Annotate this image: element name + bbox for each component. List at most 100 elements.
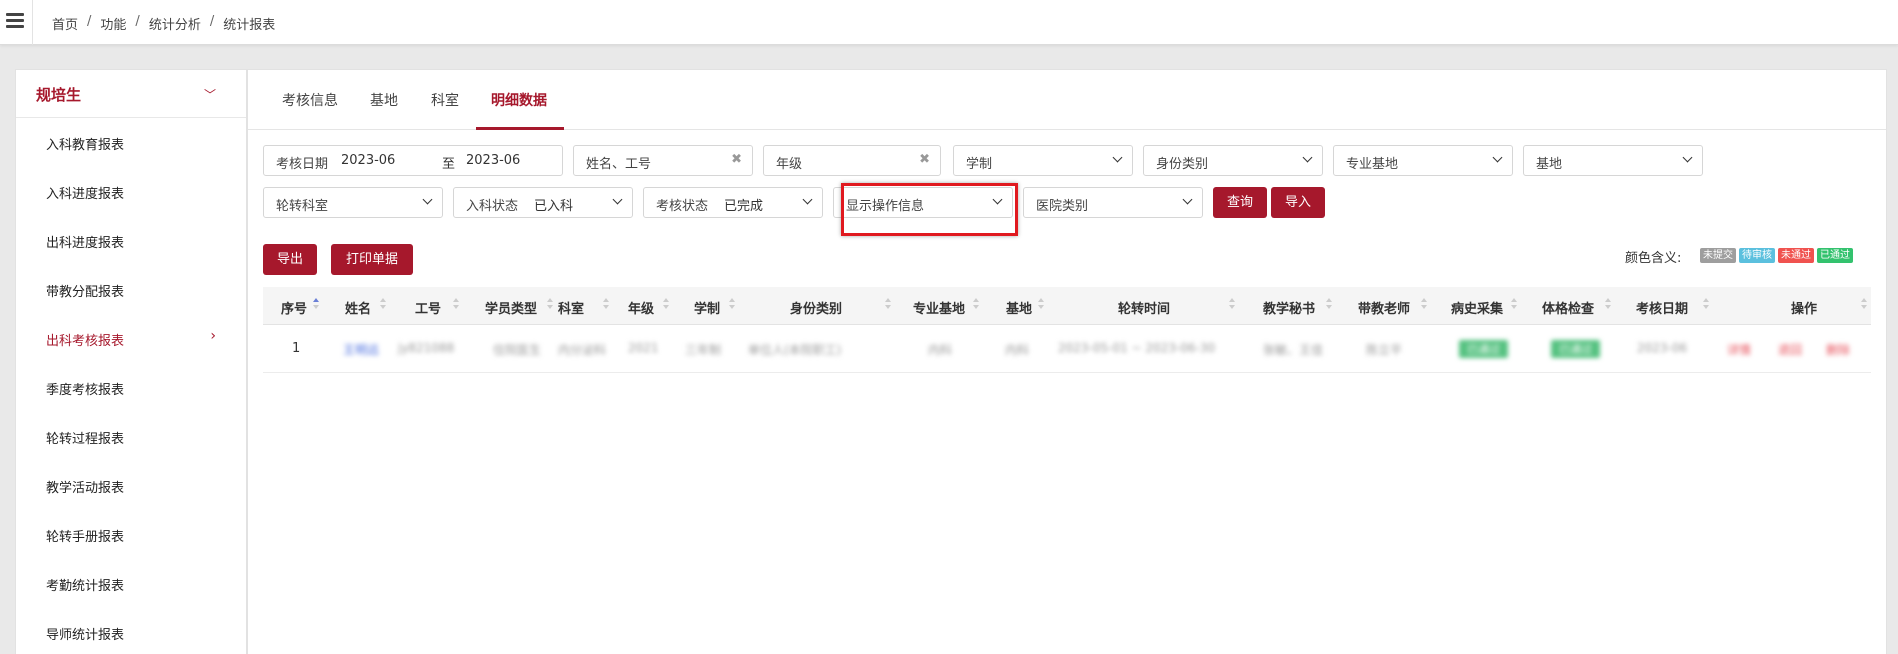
top-bar: 首页 / 功能 / 统计分析 / 统计报表: [0, 0, 1898, 45]
th-physical[interactable]: 体格检查: [1542, 298, 1594, 317]
query-button[interactable]: 查询: [1213, 187, 1267, 218]
sidebar-item-label: 出科进度报表: [46, 236, 125, 251]
th-major-base[interactable]: 专业基地: [913, 298, 965, 317]
breadcrumb-report: 统计报表: [223, 18, 276, 33]
entry-status-select[interactable]: 入科状态 已入科: [453, 187, 633, 218]
th-history[interactable]: 病史采集: [1451, 298, 1503, 317]
th-teacher[interactable]: 带教老师: [1358, 298, 1410, 317]
sort-icon[interactable]: [1326, 296, 1332, 312]
show-ops-select[interactable]: 显示操作信息: [833, 187, 1013, 218]
cell-history-badge[interactable]: 已通过: [1459, 340, 1508, 358]
sidebar-item-rotation-manual[interactable]: 轮转手册报表: [16, 510, 246, 559]
breadcrumb-separator: /: [87, 14, 92, 29]
detail-link[interactable]: 详情: [1727, 341, 1751, 358]
sort-icon[interactable]: [885, 296, 891, 312]
print-button[interactable]: 打印单据: [331, 244, 413, 275]
base-select[interactable]: 基地: [1523, 145, 1703, 176]
sort-icon[interactable]: [729, 296, 735, 312]
name-placeholder: 姓名、工号: [586, 157, 652, 172]
cell-name[interactable]: 王明远: [343, 341, 379, 358]
sort-icon[interactable]: [1421, 296, 1427, 312]
tab-dept[interactable]: 科室: [431, 90, 459, 110]
sort-icon[interactable]: [1229, 296, 1235, 312]
clear-icon[interactable]: ✖: [731, 152, 742, 167]
clear-icon[interactable]: ✖: [919, 152, 930, 167]
exam-status-select[interactable]: 考核状态 已完成: [643, 187, 823, 218]
sort-icon[interactable]: [453, 296, 459, 312]
import-button[interactable]: 导入: [1271, 187, 1325, 218]
sidebar-item-label: 教学活动报表: [46, 481, 125, 496]
identity-select[interactable]: 身份类别: [1143, 145, 1323, 176]
cell-physical-badge[interactable]: 已通过: [1551, 340, 1600, 358]
breadcrumb: 首页 / 功能 / 统计分析 / 统计报表: [52, 14, 275, 33]
sidebar-item-teaching-activity[interactable]: 教学活动报表: [16, 461, 246, 510]
th-id[interactable]: 工号: [415, 298, 441, 317]
th-dept[interactable]: 科室: [558, 298, 584, 317]
tab-exam-info[interactable]: 考核信息: [282, 90, 338, 110]
cell-type: 住院医生: [493, 343, 542, 357]
sidebar-item-rotation-process[interactable]: 轮转过程报表: [16, 412, 246, 461]
sidebar-item-entry-education[interactable]: 入科教育报表: [16, 118, 246, 167]
name-search-input[interactable]: 姓名、工号 ✖: [573, 145, 753, 176]
cell-grade: 2021: [628, 341, 659, 355]
hospital-type-select[interactable]: 医院类别: [1023, 187, 1203, 218]
entry-status-label: 入科状态: [466, 199, 519, 214]
th-base[interactable]: 基地: [1006, 298, 1032, 317]
sidebar-item-label: 导师统计报表: [46, 628, 125, 643]
exam-date-range[interactable]: 考核日期 2023-06 至 2023-06: [263, 145, 563, 176]
th-type[interactable]: 学员类型: [485, 298, 537, 317]
exam-status-value: 已完成: [724, 199, 764, 214]
sort-icon[interactable]: [1605, 296, 1611, 312]
th-secretary[interactable]: 教学秘书: [1263, 298, 1315, 317]
menu-icon[interactable]: [6, 13, 24, 29]
xuezhi-select[interactable]: 学制: [953, 145, 1133, 176]
hospital-type-value: 医院类别: [1036, 199, 1089, 214]
sidebar-item-exit-progress[interactable]: 出科进度报表: [16, 216, 246, 265]
sort-icon[interactable]: [1511, 296, 1517, 312]
chevron-down-icon: ﹀: [203, 88, 216, 102]
th-no[interactable]: 序号: [281, 298, 307, 317]
sort-icon[interactable]: [547, 296, 553, 312]
major-base-select[interactable]: 专业基地: [1333, 145, 1513, 176]
th-identity[interactable]: 身份类别: [790, 298, 842, 317]
rotation-dept-select[interactable]: 轮转科室: [263, 187, 443, 218]
sidebar-item-teaching-assign[interactable]: 带教分配报表: [16, 265, 246, 314]
tab-base[interactable]: 基地: [370, 90, 398, 110]
sidebar-item-quarterly-exam[interactable]: 季度考核报表: [16, 363, 246, 412]
breadcrumb-home[interactable]: 首页: [52, 14, 78, 33]
sidebar-item-exit-exam[interactable]: 出科考核报表 ›: [16, 314, 246, 363]
th-exam-date[interactable]: 考核日期: [1636, 298, 1688, 317]
cell-base: 内科: [1005, 343, 1030, 357]
sort-icon[interactable]: [1703, 296, 1709, 312]
th-name[interactable]: 姓名: [345, 298, 371, 317]
th-grade[interactable]: 年级: [628, 298, 654, 317]
sidebar-item-attendance[interactable]: 考勤统计报表: [16, 559, 246, 608]
sort-icon[interactable]: [1038, 296, 1044, 312]
th-rotation[interactable]: 轮转时间: [1118, 298, 1170, 317]
legend-badge-unsubmitted: 未提交: [1700, 248, 1736, 263]
sort-icon[interactable]: [973, 296, 979, 312]
date-to[interactable]: 2023-06: [466, 153, 520, 168]
sidebar-item-tutor-stats[interactable]: 导师统计报表: [16, 608, 246, 654]
export-button[interactable]: 导出: [263, 244, 317, 275]
sort-icon[interactable]: [663, 296, 669, 312]
delete-link[interactable]: 删除: [1826, 341, 1850, 358]
sidebar-item-label: 出科考核报表: [46, 334, 125, 349]
sidebar-group-header[interactable]: 规培生 ﹀: [16, 70, 246, 118]
sort-icon[interactable]: [1861, 296, 1867, 312]
legend-badges: 未提交 待审核 未通过 已通过: [1700, 248, 1853, 263]
sort-icon[interactable]: [380, 296, 386, 312]
grade-input[interactable]: 年级 ✖: [763, 145, 941, 176]
chevron-down-icon: [1493, 152, 1503, 162]
date-from[interactable]: 2023-06: [341, 153, 395, 168]
sidebar-item-label: 考勤统计报表: [46, 579, 125, 594]
sort-icon[interactable]: [603, 296, 609, 312]
th-xuezhi[interactable]: 学制: [694, 298, 720, 317]
breadcrumb-stats[interactable]: 统计分析: [149, 14, 201, 33]
sort-icon[interactable]: [313, 296, 319, 312]
tab-detail-data[interactable]: 明细数据: [491, 90, 547, 110]
breadcrumb-function[interactable]: 功能: [100, 14, 126, 33]
sidebar-item-entry-progress[interactable]: 入科进度报表: [16, 167, 246, 216]
chevron-down-icon: [803, 194, 813, 204]
return-link[interactable]: 退回: [1778, 341, 1802, 358]
